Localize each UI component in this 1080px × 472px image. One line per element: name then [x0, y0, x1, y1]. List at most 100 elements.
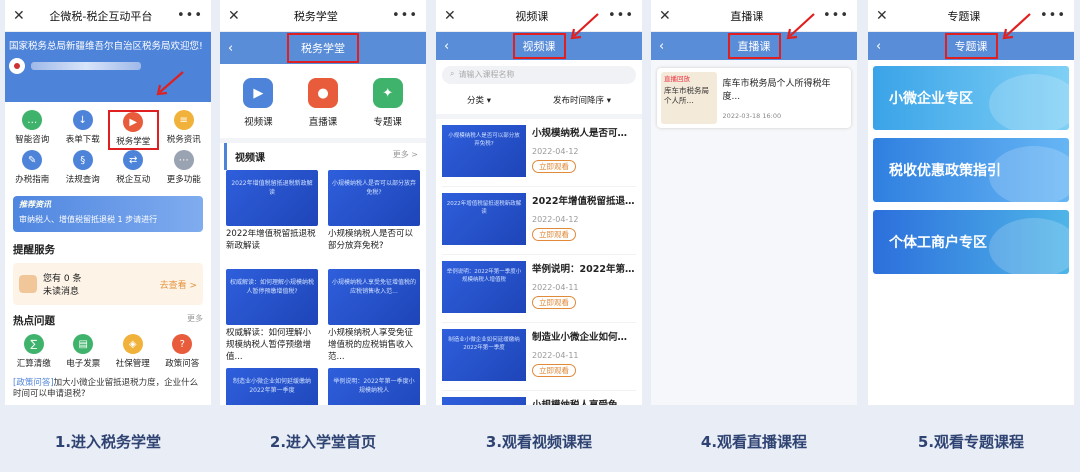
remind-card[interactable]: 您有 0 条未读消息 去查看 > [13, 263, 203, 305]
more-icon: ⋯ [173, 150, 194, 170]
category-1[interactable]: ● 直播课 [307, 78, 338, 128]
back-icon[interactable]: ‹ [228, 41, 233, 56]
grid-item-3[interactable]: ≡ 税务资讯 [159, 110, 210, 150]
hot-item-2[interactable]: ◈ 社保管理 [108, 334, 158, 374]
close-icon[interactable]: ✕ [228, 8, 240, 24]
watch-button[interactable]: 立即观看 [532, 228, 576, 241]
grid-item-label: 税企互动 [116, 175, 151, 185]
avatar[interactable] [9, 58, 25, 74]
video-card-0[interactable]: 2022年增值税留抵退税新政解读 2022年增值税留抵退税新政解读 [226, 170, 318, 265]
more-menu-icon[interactable]: ••• [177, 8, 203, 23]
window-title: 视频课 [515, 9, 549, 23]
grid-item-1[interactable]: ↓ 表单下载 [58, 110, 109, 150]
topic-card-0[interactable]: 小微企业专区 [873, 66, 1069, 130]
live-date: 2022-03-18 16:00 [722, 112, 782, 120]
back-icon[interactable]: ‹ [444, 39, 449, 54]
welcome-text: 国家税务总局新疆维吾尔自治区税务局欢迎您! [9, 41, 203, 52]
video-thumbnail: 权威解读：如何理解小规模纳税人暂停预缴增值税? [226, 269, 318, 325]
video-thumbnail: 小规模纳税人是否可以部分放弃免税? [442, 125, 526, 177]
live-card[interactable]: 直播回放 库车市税务局个人所... 库车市税务局个人所得税年度... 2022-… [657, 68, 851, 128]
guide-icon: ✎ [22, 150, 43, 170]
welcome-banner: 国家税务总局新疆维吾尔自治区税务局欢迎您! [5, 32, 211, 102]
video-date: 2022-04-12 [532, 147, 579, 156]
hot-grid: ∑ 汇算清缴 ▤ 电子发票 ◈ 社保管理? 政策问答 [5, 332, 211, 376]
category-filter[interactable]: 分类 ▾ [467, 94, 491, 106]
message-icon [19, 275, 37, 293]
video-card-2[interactable]: 权威解读：如何理解小规模纳税人暂停预缴增值税? 权威解读：如何理解小规模纳税人暂停… [226, 269, 318, 364]
sort-filter[interactable]: 发布时间降序 ▾ [553, 94, 611, 106]
category-2[interactable]: ✦ 专题课 [372, 78, 403, 128]
grid-item-label: 税务资讯 [166, 135, 201, 145]
topic-card-1[interactable]: 税收优惠政策指引 [873, 138, 1069, 202]
video-date: 2022-04-12 [532, 215, 579, 224]
hot-more-link[interactable]: 更多 [187, 313, 203, 328]
more-menu-icon[interactable]: ••• [392, 8, 418, 23]
video-list-item-2[interactable]: 举例说明：2022年第一季度小规模纳税人增值税 举例说明：2022年第一... 20… [442, 259, 636, 323]
video-info: 制造业小微企业如何延... 2022-04-11 立即观看 [532, 329, 636, 388]
close-icon[interactable]: ✕ [659, 8, 671, 24]
grid-item-label: 智能咨询 [15, 135, 50, 145]
close-icon[interactable]: ✕ [444, 8, 456, 24]
video-card-3[interactable]: 小规模纳税人享受免征增值税的应税销售收入范... 小规模纳税人享受免征增值税的应税… [328, 269, 420, 364]
video-thumbnail: 举例说明：2022年第一季度小规模纳税人 [328, 368, 420, 405]
back-icon[interactable]: ‹ [659, 39, 664, 54]
screen-topic-course: ✕ 专题课 ••• ‹ 专题课 小微企业专区 税收优惠政策指引 个体工商户专区 [868, 0, 1074, 405]
search-input[interactable]: ⌕ 请输入课程名称 [442, 66, 636, 84]
video-caption: 小规模纳税人是否可以部分放弃免税? [328, 229, 414, 251]
qa-icon: ? [172, 334, 193, 354]
grid-item-0[interactable]: … 智能咨询 [7, 110, 58, 150]
wechat-titlebar: ✕ 企微税-税企互动平台 ••• [5, 0, 211, 32]
live-icon: ● [307, 78, 338, 108]
close-icon[interactable]: ✕ [13, 8, 25, 24]
video-thumbnail: 小规模纳税人是否可以部分放弃免税? [328, 170, 420, 226]
step-caption-4: 4.观看直播课程 [700, 433, 808, 451]
remind-view-link[interactable]: 去查看 > [160, 278, 197, 291]
step-caption-2: 2.进入学堂首页 [269, 433, 377, 451]
video-card-1[interactable]: 小规模纳税人是否可以部分放弃免税? 小规模纳税人是否可以部分放弃免税? [328, 170, 420, 265]
video-caption: 权威解读：如何理解小规模纳税人暂停预缴增值... [226, 328, 312, 362]
screen-tax-platform: ✕ 企微税-税企互动平台 ••• 国家税务总局新疆维吾尔自治区税务局欢迎您! …… [5, 0, 211, 405]
video-list-item-3[interactable]: 制造业小微企业如何延缓缴纳2022年第一季度 制造业小微企业如何延... 2022-… [442, 327, 636, 391]
window-title: 税务学堂 [293, 9, 338, 23]
grid-item-label: 税务学堂 [116, 137, 151, 147]
watch-button[interactable]: 立即观看 [532, 160, 576, 173]
chat-icon: … [22, 110, 43, 130]
video-title: 小规模纳税人享受免征... [532, 397, 636, 405]
video-info: 2022年增值税留抵退税... 2022-04-12 立即观看 [532, 193, 636, 252]
hot-item-1[interactable]: ▤ 电子发票 [59, 334, 109, 374]
topic-card-2[interactable]: 个体工商户专区 [873, 210, 1069, 274]
hot-question-item[interactable]: [政策问答]加大小微企业留抵退税力度，企业什么时间可以申请退税? [13, 378, 203, 401]
video-more-link[interactable]: 更多 > [393, 149, 418, 164]
video-list: 小规模纳税人是否可以部分放弃免税? 小规模纳税人是否可以... 2022-04-12… [436, 123, 642, 405]
video-title: 小规模纳税人是否可以... [532, 128, 636, 139]
more-menu-icon[interactable]: ••• [823, 8, 849, 23]
nav-title: 直播课 [727, 33, 781, 59]
grid-item-7[interactable]: ⋯ 更多功能 [159, 150, 210, 190]
hot-item-3[interactable]: ? 政策问答 [158, 334, 208, 374]
video-card-5[interactable]: 举例说明：2022年第一季度小规模纳税人 [328, 368, 420, 405]
video-icon: ▶ [243, 78, 274, 108]
video-list-item-1[interactable]: 2022年增值税留抵退税新政解读 2022年增值税留抵退税... 2022-04-1… [442, 191, 636, 255]
hot-item-label: 电子发票 [66, 359, 101, 369]
video-list-item-4[interactable]: 小规模纳税人享受免征... [442, 395, 636, 405]
hot-item-0[interactable]: ∑ 汇算清缴 [9, 334, 59, 374]
recommend-banner[interactable]: 推荐资讯 审纳税人、增值税留抵退税 1 步请进行 [13, 196, 203, 232]
nav-title: 视频课 [512, 33, 566, 59]
grid-item-4[interactable]: ✎ 办税指南 [7, 150, 58, 190]
more-menu-icon[interactable]: ••• [1040, 8, 1066, 23]
watch-button[interactable]: 立即观看 [532, 364, 576, 377]
grid-item-6[interactable]: ⇄ 税企互动 [108, 150, 159, 190]
grid-item-label: 更多功能 [166, 175, 201, 185]
grid-item-2[interactable]: ▶ 税务学堂 [108, 110, 159, 150]
calc-icon: ∑ [23, 334, 44, 354]
watch-button[interactable]: 立即观看 [532, 296, 576, 309]
grid-item-5[interactable]: § 法规查询 [58, 150, 109, 190]
more-menu-icon[interactable]: ••• [608, 8, 634, 23]
video-card-4[interactable]: 制造业小微企业如何延缓缴纳2022年第一季度 [226, 368, 318, 405]
video-thumbnail: 小规模纳税人享受免征增值税的应税销售收入范... [328, 269, 420, 325]
close-icon[interactable]: ✕ [876, 8, 888, 24]
category-0[interactable]: ▶ 视频课 [243, 78, 274, 128]
video-list-item-0[interactable]: 小规模纳税人是否可以部分放弃免税? 小规模纳税人是否可以... 2022-04-12… [442, 123, 636, 187]
back-icon[interactable]: ‹ [876, 39, 881, 54]
video-thumbnail: 制造业小微企业如何延缓缴纳2022年第一季度 [442, 329, 526, 381]
